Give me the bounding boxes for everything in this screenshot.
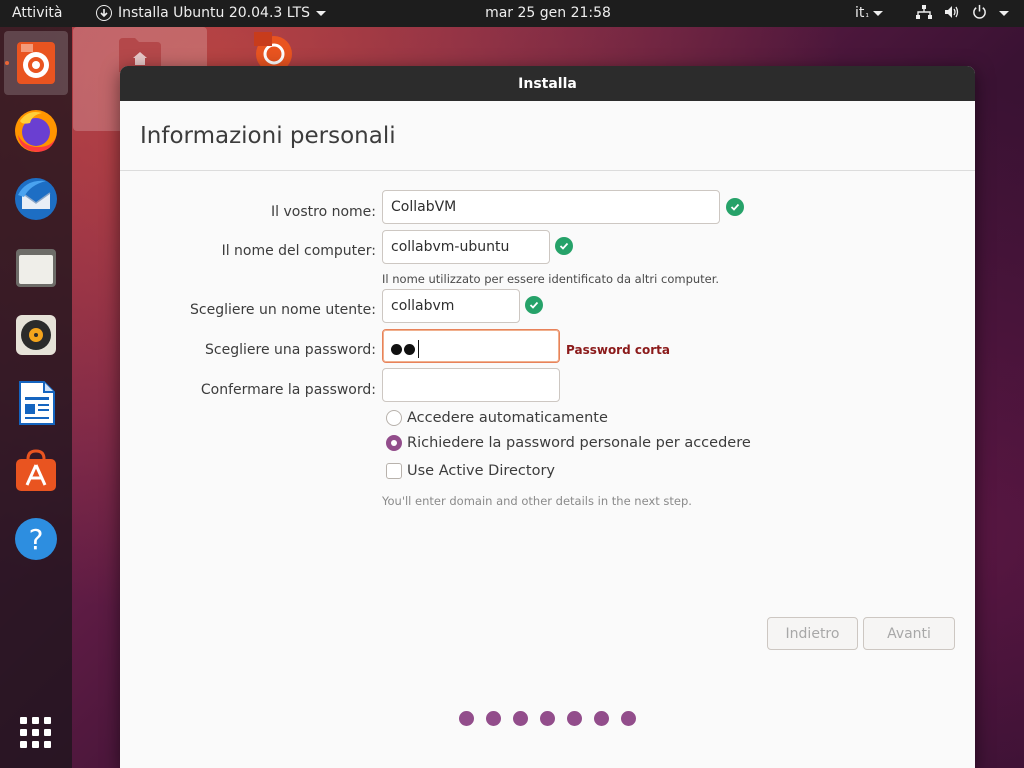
network-icon (916, 4, 932, 23)
power-icon (972, 4, 987, 23)
auto-login-radio[interactable] (386, 410, 402, 426)
help-icon: ? (15, 518, 57, 560)
computer-name-label: Il nome del computer: (221, 243, 376, 259)
libreoffice-writer-icon (19, 381, 55, 425)
password-label: Scegliere una password: (205, 342, 376, 358)
firefox-icon (15, 110, 57, 152)
volume-icon (944, 5, 960, 23)
dock-item-software[interactable] (4, 439, 68, 503)
password-error-text: Password corta (566, 343, 670, 357)
back-button[interactable]: Indietro (767, 617, 858, 650)
username-valid-check-icon (525, 296, 543, 314)
dock-item-thunderbird[interactable] (4, 167, 68, 231)
top-bar: Attività Installa Ubuntu 20.04.3 LTS mar… (0, 0, 1024, 27)
files-icon (16, 249, 56, 287)
text-caret (418, 340, 419, 358)
progress-dot (594, 711, 609, 726)
show-apps-icon (20, 717, 51, 748)
username-input[interactable] (382, 289, 520, 323)
dock-item-files[interactable] (4, 235, 68, 299)
computer-name-input[interactable] (382, 230, 550, 264)
keyboard-layout-suffix-icon: ₁ (865, 10, 869, 20)
confirm-password-label: Confermare la password: (200, 382, 376, 398)
dock-item-help[interactable]: ? (4, 507, 68, 571)
dock: ? (0, 27, 72, 768)
ubuntu-installer-icon (17, 42, 55, 84)
progress-dot (486, 711, 501, 726)
progress-dot (540, 711, 555, 726)
require-password-option[interactable]: Richiedere la password personale per acc… (386, 435, 751, 451)
auto-login-option[interactable]: Accedere automaticamente (386, 410, 608, 426)
password-dot (404, 343, 415, 355)
installer-window: Installa Informazioni personali Il vostr… (120, 66, 975, 768)
name-valid-check-icon (726, 198, 744, 216)
software-center-icon (16, 449, 56, 491)
desktop-icon-installer[interactable] (248, 30, 300, 72)
password-masked-value (391, 340, 419, 358)
window-titlebar[interactable]: Installa (120, 66, 975, 101)
password-dot (391, 343, 402, 355)
keyboard-layout-label: it (855, 5, 865, 21)
active-directory-label: Use Active Directory (407, 463, 555, 479)
chevron-down-icon (873, 10, 883, 16)
name-label: Il vostro nome: (271, 204, 376, 220)
computer-name-hint: Il nome utilizzato per essere identifica… (382, 272, 720, 286)
svg-text:?: ? (29, 523, 44, 556)
page-title: Informazioni personali (140, 122, 396, 149)
dock-item-rhythmbox[interactable] (4, 303, 68, 367)
dock-item-writer[interactable] (4, 371, 68, 435)
keyboard-layout-menu[interactable]: it ₁ (855, 5, 883, 21)
running-indicator (5, 61, 9, 65)
computer-name-valid-check-icon (555, 237, 573, 255)
window-title: Installa (518, 75, 577, 92)
show-applications-button[interactable] (4, 701, 68, 765)
install-progress-dots (459, 711, 636, 726)
require-password-label: Richiedere la password personale per acc… (407, 435, 751, 451)
name-input[interactable] (382, 190, 720, 224)
system-menu[interactable] (916, 4, 1009, 23)
page-header: Informazioni personali (120, 101, 975, 171)
require-password-radio[interactable] (386, 435, 402, 451)
confirm-password-input[interactable] (382, 368, 560, 402)
active-directory-note: You'll enter domain and other details in… (382, 494, 692, 508)
rhythmbox-icon (16, 315, 56, 355)
chevron-down-icon (999, 11, 1009, 16)
dock-item-installer[interactable] (4, 31, 68, 95)
active-directory-checkbox[interactable] (386, 463, 402, 479)
active-directory-option[interactable]: Use Active Directory (386, 463, 555, 479)
next-button[interactable]: Avanti (863, 617, 955, 650)
auto-login-label: Accedere automaticamente (407, 410, 608, 426)
dock-item-firefox[interactable] (4, 99, 68, 163)
progress-dot (513, 711, 528, 726)
progress-dot (621, 711, 636, 726)
progress-dot (459, 711, 474, 726)
username-label: Scegliere un nome utente: (190, 302, 376, 318)
progress-dot (567, 711, 582, 726)
thunderbird-icon (15, 178, 57, 220)
